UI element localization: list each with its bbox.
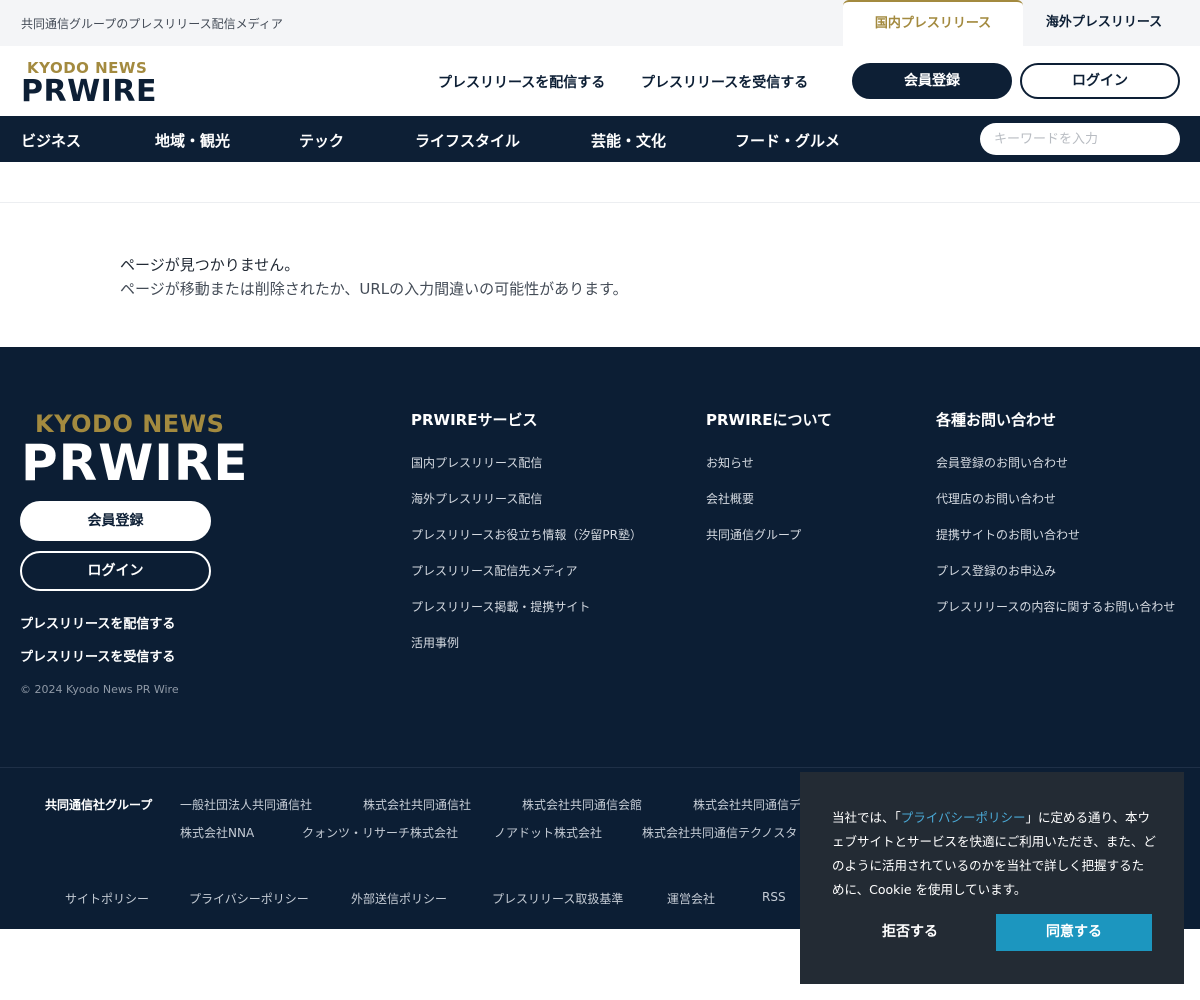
tab-overseas-press[interactable]: 海外プレスリリース	[1023, 0, 1185, 46]
nav-food-gourmet[interactable]: フード・グルメ	[735, 130, 840, 151]
footer-column-title: 各種お問い合わせ	[936, 411, 1057, 429]
nav-entertainment-culture[interactable]: 芸能・文化	[591, 130, 666, 151]
send-press-release-link[interactable]: プレスリリースを配信する	[438, 72, 605, 92]
footer-link[interactable]: 国内プレスリリース配信	[411, 454, 642, 490]
group-company-link[interactable]: 株式会社共同通信社	[363, 796, 471, 813]
footer-column-contact: 各種お問い合わせ 会員登録のお問い合わせ 代理店のお問い合わせ 提携サイトのお問…	[936, 409, 1175, 634]
cookie-text-before: 当社では、「	[832, 810, 901, 825]
top-strip: 共同通信グループのプレスリリース配信メディア 国内プレスリリース 海外プレスリリ…	[0, 0, 1200, 46]
group-company-link[interactable]: ノアドット株式会社	[494, 824, 602, 841]
privacy-policy-link[interactable]: プライバシーポリシー	[189, 890, 309, 907]
nav-business[interactable]: ビジネス	[21, 130, 81, 151]
footer-logo-prwire: PRWIRE	[21, 434, 249, 492]
site-logo[interactable]: KYODO NEWS PRWIRE	[21, 60, 157, 107]
copyright: © 2024 Kyodo News PR Wire	[20, 683, 179, 696]
content-divider	[0, 202, 1200, 203]
group-label: 共同通信社グループ	[45, 798, 153, 812]
external-transmission-policy-link[interactable]: 外部送信ポリシー	[351, 890, 447, 907]
footer-link[interactable]: プレス登録のお申込み	[936, 562, 1175, 598]
search-input[interactable]	[980, 123, 1180, 155]
category-nav: ビジネス 地域・観光 テック ライフスタイル 芸能・文化 フード・グルメ	[0, 116, 1200, 162]
footer-column-about: PRWIREについて お知らせ 会社概要 共同通信グループ	[706, 409, 832, 562]
cookie-text: 当社では、「プライバシーポリシー」に定める通り、本ウェブサイトとサービスを快適に…	[832, 806, 1156, 902]
site-policy-link[interactable]: サイトポリシー	[65, 890, 149, 907]
register-button[interactable]: 会員登録	[852, 63, 1012, 99]
nav-lifestyle[interactable]: ライフスタイル	[415, 130, 520, 151]
footer-login-button[interactable]: ログイン	[20, 551, 211, 591]
group-company-link[interactable]: 株式会社共同通信会館	[522, 796, 642, 813]
footer-column-services: PRWIREサービス 国内プレスリリース配信 海外プレスリリース配信 プレスリリ…	[411, 409, 642, 670]
nav-tech[interactable]: テック	[299, 130, 344, 151]
cookie-privacy-policy-link[interactable]: プライバシーポリシー	[901, 810, 1026, 825]
cookie-consent-banner: 当社では、「プライバシーポリシー」に定める通り、本ウェブサイトとサービスを快適に…	[800, 772, 1184, 984]
footer-link[interactable]: プレスリリース配信先メディア	[411, 562, 642, 598]
footer-link[interactable]: プレスリリースお役立ち情報（汐留PR塾）	[411, 526, 642, 562]
logo-prwire: PRWIRE	[21, 74, 157, 109]
footer-link[interactable]: 会社概要	[706, 490, 832, 526]
group-company-link[interactable]: 株式会社NNA	[180, 824, 254, 841]
site-tagline: 共同通信グループのプレスリリース配信メディア	[21, 17, 283, 31]
receive-press-release-link[interactable]: プレスリリースを受信する	[641, 72, 808, 92]
cookie-reject-button[interactable]: 拒否する	[848, 914, 972, 951]
login-button[interactable]: ログイン	[1020, 63, 1180, 99]
operating-company-link[interactable]: 運営会社	[667, 890, 715, 907]
tab-domestic-press[interactable]: 国内プレスリリース	[843, 0, 1023, 46]
not-found-message: ページが見つかりません。	[120, 256, 300, 274]
footer-link[interactable]: 会員登録のお問い合わせ	[936, 454, 1175, 490]
site-footer: KYODO NEWS PRWIRE 会員登録 ログイン プレスリリースを配信する…	[0, 347, 1200, 767]
footer-column-title: PRWIREサービス	[411, 411, 538, 429]
press-release-standards-link[interactable]: プレスリリース取扱基準	[492, 890, 623, 907]
footer-link[interactable]: 代理店のお問い合わせ	[936, 490, 1175, 526]
footer-link[interactable]: プレスリリースの内容に関するお問い合わせ	[936, 598, 1175, 634]
footer-link[interactable]: 海外プレスリリース配信	[411, 490, 642, 526]
group-company-link[interactable]: 一般社団法人共同通信社	[180, 796, 312, 813]
footer-receive-press-link[interactable]: プレスリリースを受信する	[20, 646, 175, 665]
footer-link[interactable]: お知らせ	[706, 454, 832, 490]
group-company-link[interactable]: クォンツ・リサーチ株式会社	[302, 824, 458, 841]
footer-link[interactable]: 提携サイトのお問い合わせ	[936, 526, 1175, 562]
footer-send-press-link[interactable]: プレスリリースを配信する	[20, 613, 175, 632]
footer-link[interactable]: プレスリリース掲載・提携サイト	[411, 598, 642, 634]
group-company-link[interactable]: 株式会社共同通信デ	[693, 796, 801, 813]
group-company-link[interactable]: 株式会社共同通信テクノスタ	[642, 824, 797, 841]
rss-link[interactable]: RSS	[762, 890, 786, 904]
footer-link[interactable]: 共同通信グループ	[706, 526, 832, 562]
not-found-detail: ページが移動または削除されたか、URLの入力間違いの可能性があります。	[120, 280, 628, 298]
site-header: KYODO NEWS PRWIRE プレスリリースを配信する プレスリリースを受…	[0, 46, 1200, 116]
footer-logo[interactable]: KYODO NEWS PRWIRE	[21, 411, 249, 489]
cookie-accept-button[interactable]: 同意する	[996, 914, 1152, 951]
footer-register-button[interactable]: 会員登録	[20, 501, 211, 541]
footer-column-title: PRWIREについて	[706, 411, 833, 429]
footer-link[interactable]: 活用事例	[411, 634, 642, 670]
nav-region-tourism[interactable]: 地域・観光	[155, 130, 230, 151]
